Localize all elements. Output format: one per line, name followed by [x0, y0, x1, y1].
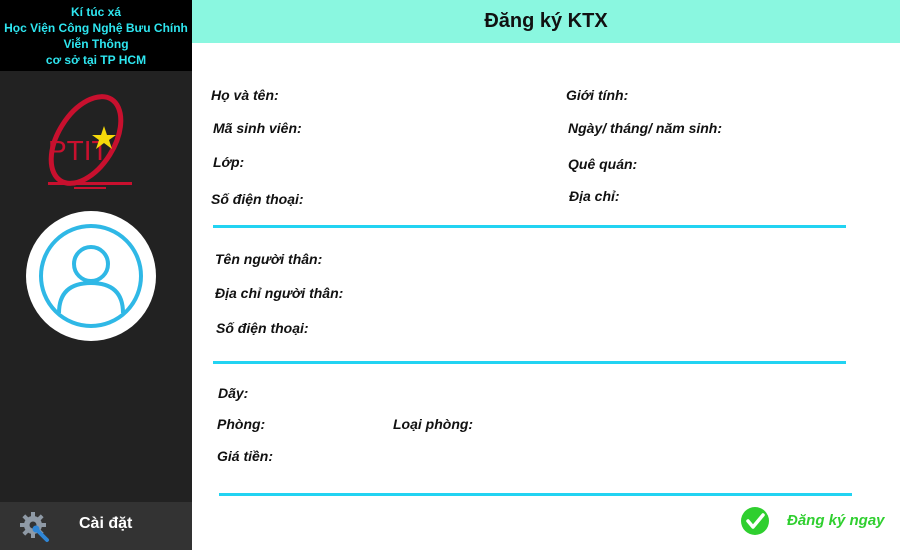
- gender-label: Giới tính:: [566, 87, 629, 103]
- check-circle-icon: [741, 507, 769, 535]
- full-name-label: Họ và tên:: [211, 87, 279, 103]
- student-phone-label: Số điện thoại:: [211, 191, 304, 207]
- price-label: Giá tiền:: [217, 448, 274, 464]
- relative-address-label: Địa chỉ người thân:: [215, 285, 344, 301]
- sidebar-header: Kí túc xá Học Viện Công Nghệ Bưu Chính V…: [0, 0, 192, 71]
- room-type-label: Loại phòng:: [393, 416, 474, 432]
- sidebar-header-line-3: Viễn Thông: [63, 37, 129, 51]
- page-title: Đăng ký KTX: [484, 10, 608, 32]
- header-bar: Đăng ký KTX: [192, 0, 900, 43]
- gear-icon: [20, 512, 49, 542]
- sidebar-header-line-2: Học Viện Công Nghệ Bưu Chính: [4, 21, 188, 35]
- sidebar-header-line-1: Kí túc xá: [70, 5, 121, 19]
- sidebar-header-line-4: cơ sở tại TP HCM: [45, 53, 147, 67]
- block-label: Dãy:: [218, 385, 249, 401]
- settings-button[interactable]: Cài đặt: [0, 502, 192, 550]
- section-divider-2: [213, 361, 846, 364]
- student-id-label: Mã sinh viên:: [213, 120, 302, 136]
- register-label: Đăng ký ngay: [787, 512, 885, 529]
- relative-phone-label: Số điện thoại:: [216, 320, 309, 336]
- settings-label: Cài đặt: [79, 515, 133, 532]
- relative-name-label: Tên người thân:: [215, 251, 323, 267]
- section-divider-1: [213, 225, 846, 228]
- date-of-birth-label: Ngày/ tháng/ năm sinh:: [568, 120, 723, 136]
- address-label: Địa chỉ:: [569, 188, 620, 204]
- sidebar: Kí túc xá Học Viện Công Nghệ Bưu Chính V…: [0, 0, 192, 550]
- user-icon: [39, 224, 143, 328]
- avatar[interactable]: [26, 211, 156, 341]
- class-label: Lớp:: [213, 154, 245, 170]
- hometown-label: Quê quán:: [568, 156, 638, 172]
- room-label: Phòng:: [217, 416, 266, 432]
- ptit-logo: PTIT: [48, 94, 132, 189]
- section-divider-3: [219, 493, 852, 496]
